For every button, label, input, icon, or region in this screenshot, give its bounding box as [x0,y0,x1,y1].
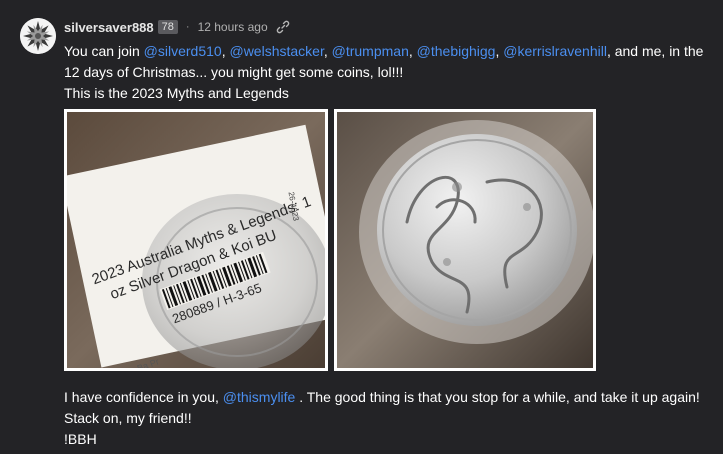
link-icon[interactable] [276,20,290,34]
paragraph-text: You can join [64,43,144,59]
mention-link[interactable]: @thismylife [223,389,296,405]
paragraph-text: . The good thing is that you stop for a … [295,389,700,405]
comment-paragraph-1: You can join @silverd510, @welshstacker,… [64,41,704,104]
mention-link[interactable]: @kerrislravenhill [503,43,607,59]
paragraph-text: This is the 2023 Myths and Legends [64,85,289,101]
separator-dot: · [185,21,190,33]
dragon-koi-coin-image [337,112,593,368]
comment-header: silversaver888 78 · 12 hours ago [64,17,290,37]
comma: , [408,43,417,59]
mention-link[interactable]: @silverd510 [144,43,222,59]
mention-link[interactable]: @welshstacker [229,43,323,59]
coin-closeup-photo[interactable] [334,109,596,371]
mention-link[interactable]: @trumpman [332,43,409,59]
paragraph-text: I have confidence in you, [64,389,223,405]
paragraph-text: !BBH [64,431,97,447]
avatar-icon [20,18,56,54]
timestamp-link[interactable]: 12 hours ago [198,20,268,34]
comma: , [323,43,332,59]
mention-link[interactable]: @thebighigg [417,43,496,59]
comment-paragraph-2: I have confidence in you, @thismylife . … [64,387,704,450]
coin-label-photo[interactable]: 2023 Australia Myths & Legends: 1 oz Sil… [64,109,328,371]
avatar[interactable] [20,18,56,54]
username-link[interactable]: silversaver888 [64,20,154,35]
paragraph-text: Stack on, my friend!! [64,410,192,426]
coin-bag-image: 2023 Australia Myths & Legends: 1 oz Sil… [67,112,325,368]
reputation-badge: 78 [157,20,178,34]
